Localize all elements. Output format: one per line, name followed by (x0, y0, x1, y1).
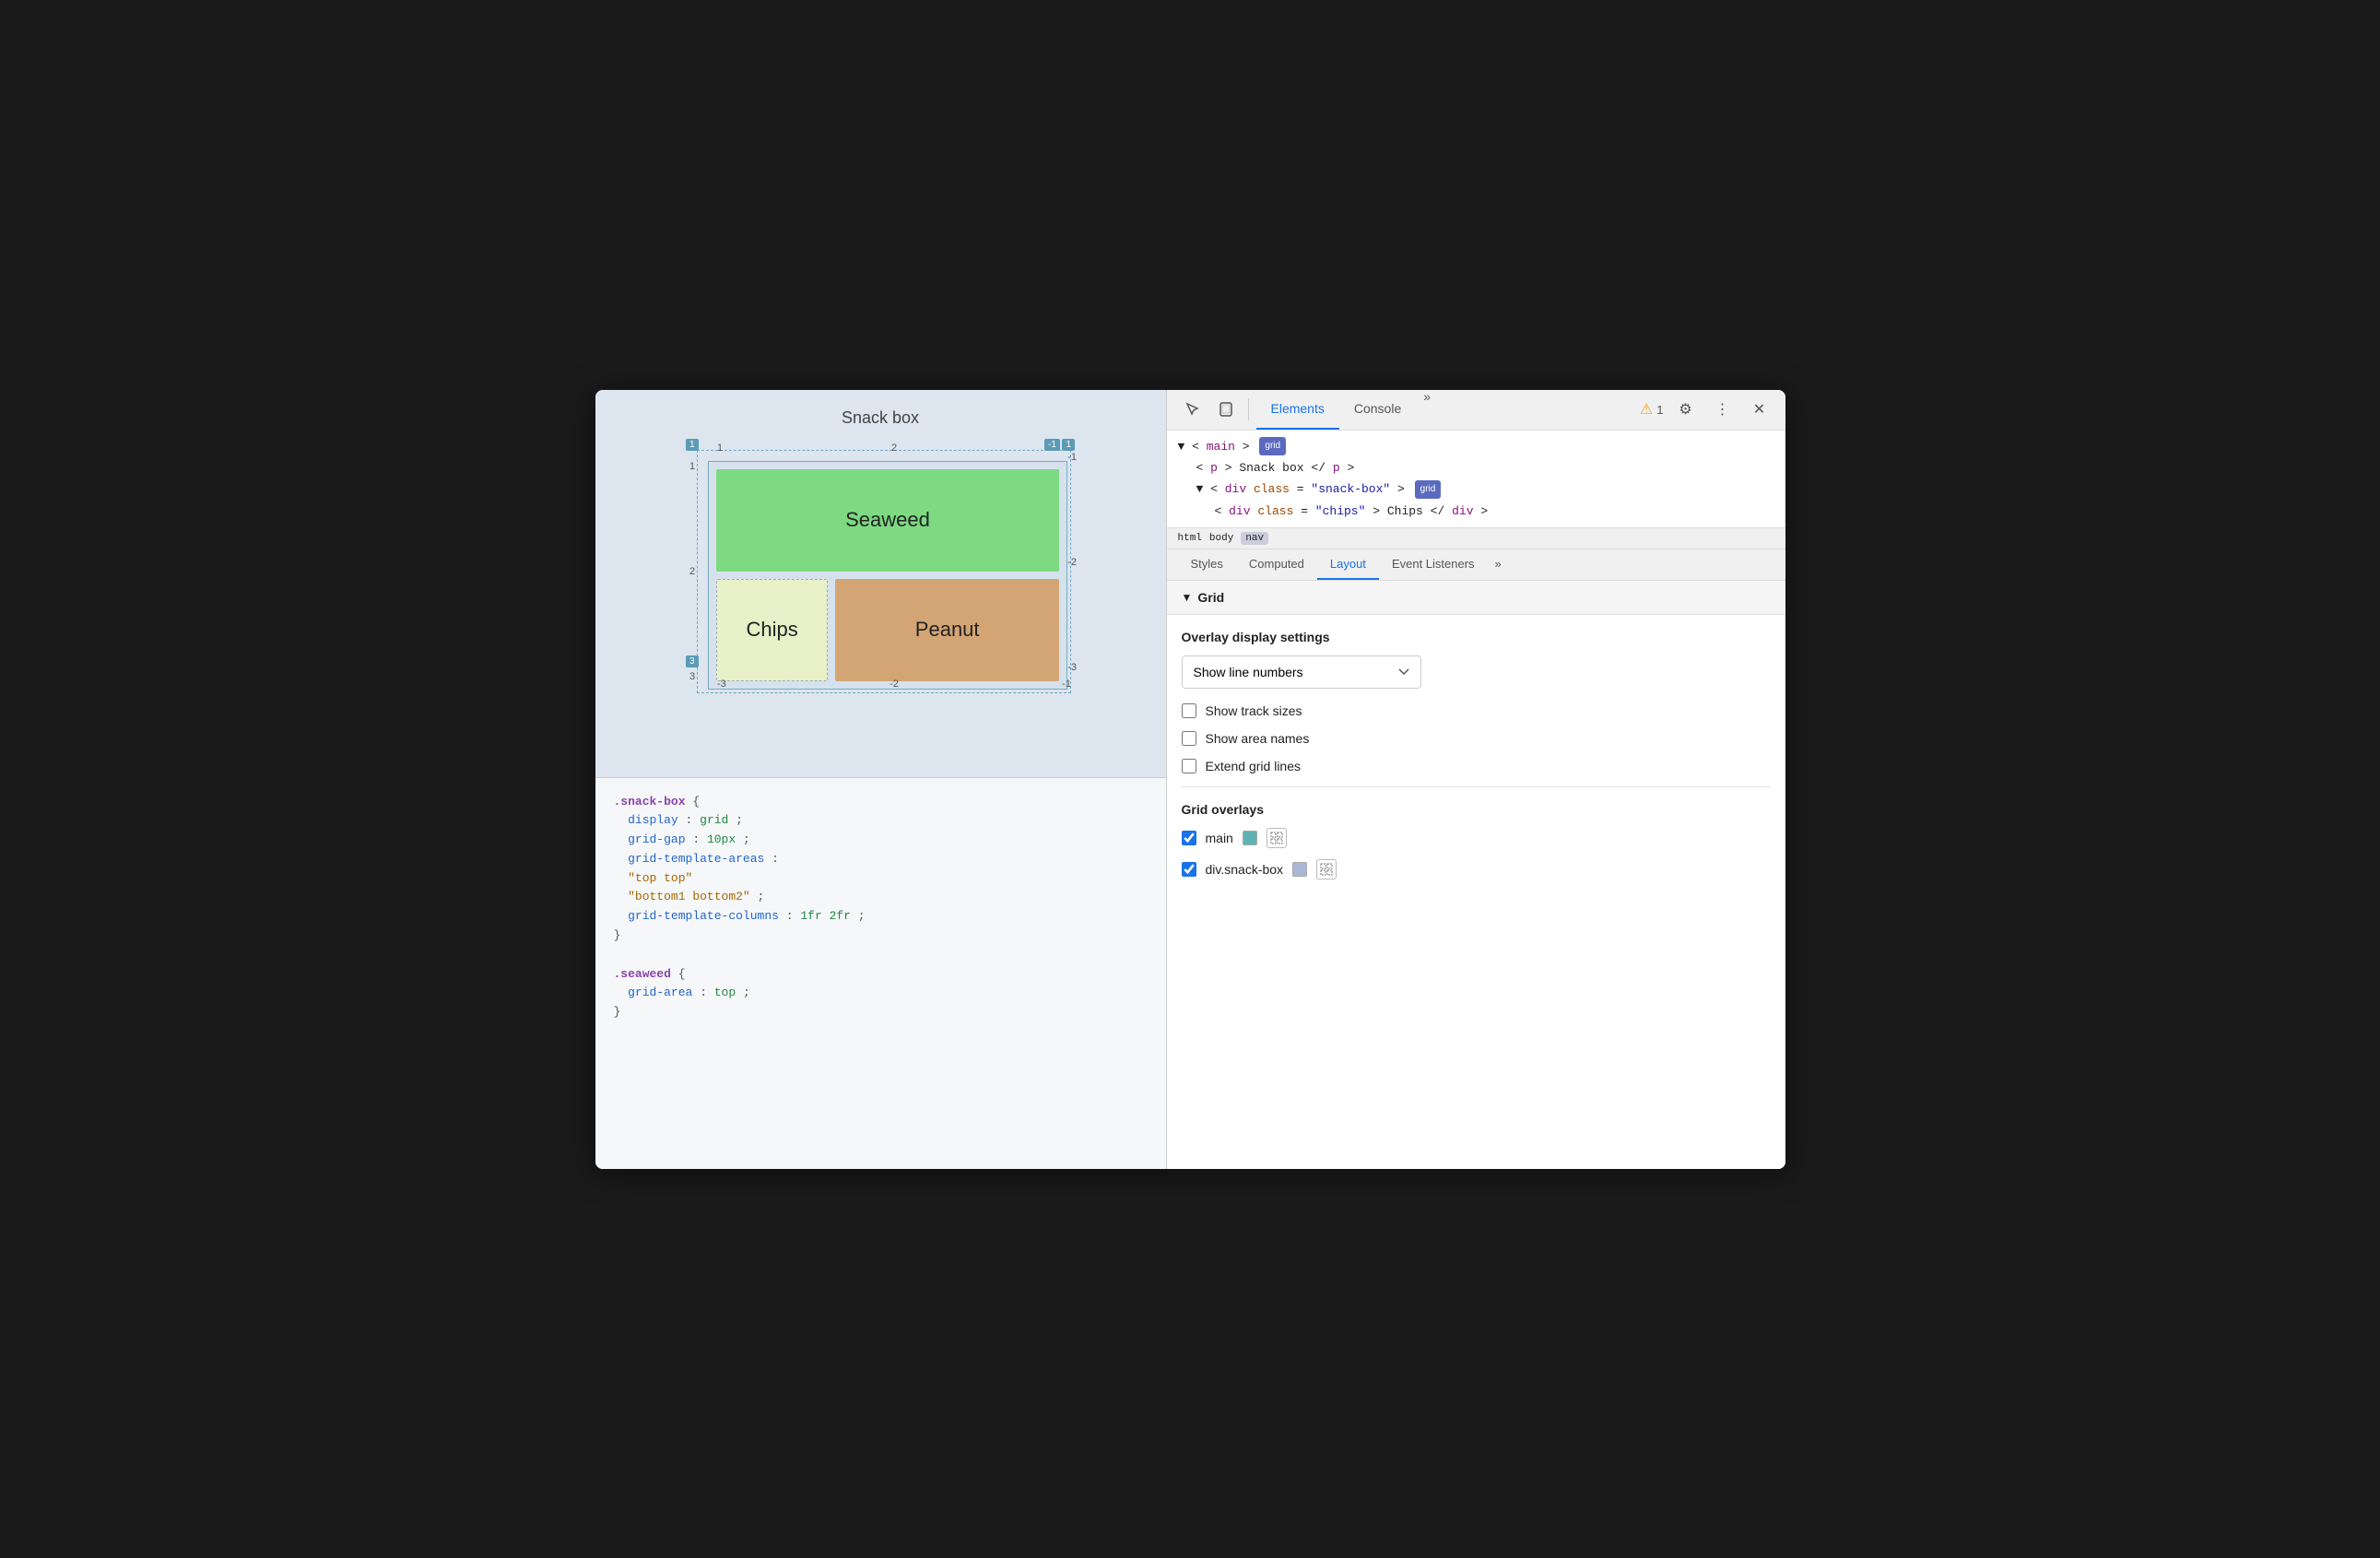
code-line-10: grid-area : top ; (614, 984, 1148, 1003)
checkbox-extend-lines-input[interactable] (1182, 759, 1196, 773)
dropdown-row: Show line numbers Show track sizes Show … (1182, 655, 1771, 689)
grid-wrapper: Seaweed Chips Peanut (708, 461, 1067, 690)
checkbox-area-names-input[interactable] (1182, 731, 1196, 746)
grid-overlays-title: Grid overlays (1182, 802, 1771, 817)
overlay-icon-main[interactable] (1267, 828, 1287, 848)
overlay-color-snackbox[interactable] (1292, 862, 1307, 877)
section-divider (1182, 786, 1771, 787)
code-line-11: } (614, 1003, 1148, 1022)
grid-numbers-left: 1 2 3 (689, 461, 695, 682)
overlay-row-main: main (1182, 828, 1771, 848)
dom-line-main[interactable]: ▼ < main > grid (1178, 436, 1774, 457)
line-numbers-dropdown[interactable]: Show line numbers Show track sizes Show … (1182, 655, 1421, 689)
dom-line-snackbox[interactable]: ▼ < div class = "snack-box" > grid (1178, 478, 1774, 500)
code-area: .snack-box { display : grid ; grid-gap :… (595, 777, 1166, 1169)
corner-badge-tr: -1 (1044, 439, 1060, 451)
dom-line-chips[interactable]: < div class = "chips" > Chips </ div > (1178, 501, 1774, 522)
warning-count: 1 (1656, 403, 1663, 417)
code-line-2: display : grid ; (614, 811, 1148, 831)
checkbox-show-area-names: Show area names (1182, 731, 1771, 746)
more-options-btn[interactable]: ⋮ (1708, 395, 1738, 424)
snack-box-label: Snack box (614, 408, 1148, 428)
section-content: Overlay display settings Show line numbe… (1167, 615, 1785, 905)
warning-badge: ⚠ 1 (1640, 400, 1664, 419)
code-line-5: "top top" (614, 869, 1148, 889)
code-line-8: } (614, 927, 1148, 946)
grid-numbers-right: -1 -2 -3 (1067, 452, 1077, 673)
left-panel: Snack box 1 -1 1 3 1 2 3 (595, 390, 1167, 1169)
overlay-label-main: main (1206, 831, 1233, 845)
toolbar-tabs: Elements Console » (1256, 390, 1636, 431)
cell-chips: Chips (716, 579, 828, 681)
checkbox-extend-grid-lines: Extend grid lines (1182, 759, 1771, 773)
badge-grid-snackbox: grid (1415, 480, 1442, 499)
tab-elements[interactable]: Elements (1256, 390, 1339, 431)
tab-computed[interactable]: Computed (1236, 549, 1317, 580)
overlay-row-snackbox: div.snack-box (1182, 859, 1771, 879)
checkbox-extend-lines-label: Extend grid lines (1206, 759, 1302, 773)
inspector-icon-btn[interactable] (1178, 395, 1208, 424)
checkbox-track-sizes-label: Show track sizes (1206, 703, 1302, 718)
code-line-1: .snack-box { (614, 793, 1148, 812)
code-line-9: .seaweed { (614, 965, 1148, 985)
dom-panel: ▼ < main > grid < p > Snack box </ p > ▼… (1167, 431, 1785, 529)
overlay-settings-title: Overlay display settings (1182, 630, 1771, 644)
close-btn[interactable]: ✕ (1745, 395, 1774, 424)
tab-console[interactable]: Console (1339, 390, 1416, 431)
cell-peanut: Peanut (835, 579, 1059, 681)
bc-body[interactable]: body (1209, 533, 1233, 544)
grid-numbers-bottom: -3 -2 -1 (717, 679, 1071, 690)
toolbar-divider (1248, 398, 1249, 420)
tab-event-listeners[interactable]: Event Listeners (1379, 549, 1488, 580)
code-line-7: grid-template-columns : 1fr 2fr ; (614, 907, 1148, 927)
grid-arrow-icon: ▼ (1182, 591, 1193, 604)
overlay-checkbox-main[interactable] (1182, 831, 1196, 845)
bc-nav[interactable]: nav (1241, 532, 1268, 545)
badge-grid-main: grid (1259, 437, 1286, 455)
toolbar-right: ⚠ 1 ⚙ ⋮ ✕ (1640, 395, 1774, 424)
overlay-checkbox-snackbox[interactable] (1182, 862, 1196, 877)
checkbox-area-names-label: Show area names (1206, 731, 1310, 746)
preview-area: Snack box 1 -1 1 3 1 2 3 (595, 390, 1166, 777)
warning-icon: ⚠ (1640, 400, 1653, 419)
panel-tab-more[interactable]: » (1488, 549, 1509, 580)
grid-visual-container: 1 -1 1 3 1 2 3 1 2 3 (682, 435, 1078, 693)
grid-inner: Seaweed Chips Peanut (709, 462, 1066, 689)
tab-styles[interactable]: Styles (1178, 549, 1236, 580)
dom-breadcrumb: html body nav (1167, 528, 1785, 549)
right-panel: Elements Console » ⚠ 1 ⚙ ⋮ ✕ ▼ (1167, 390, 1785, 1169)
code-line-3: grid-gap : 10px ; (614, 831, 1148, 850)
devtools-toolbar: Elements Console » ⚠ 1 ⚙ ⋮ ✕ (1167, 390, 1785, 431)
overlay-label-snackbox: div.snack-box (1206, 862, 1284, 877)
corner-badge-tr2: 1 (1062, 439, 1075, 451)
panel-tabs: Styles Computed Layout Event Listeners » (1167, 549, 1785, 581)
grid-section-title: Grid (1197, 590, 1224, 605)
grid-numbers-top: 1 2 3 (717, 443, 1071, 454)
code-line-4: grid-template-areas : (614, 850, 1148, 869)
dom-line-p[interactable]: < p > Snack box </ p > (1178, 457, 1774, 478)
corner-badge-tl: 1 (686, 439, 699, 451)
layout-panel: ▼ Grid Overlay display settings Show lin… (1167, 581, 1785, 1168)
checkbox-show-track-sizes: Show track sizes (1182, 703, 1771, 718)
overlay-icon-snackbox[interactable] (1316, 859, 1337, 879)
tab-layout[interactable]: Layout (1317, 549, 1379, 580)
bc-html[interactable]: html (1178, 533, 1202, 544)
corner-badge-bl: 3 (686, 655, 699, 667)
device-icon-btn[interactable] (1211, 395, 1241, 424)
overlay-color-main[interactable] (1243, 831, 1257, 845)
checkbox-track-sizes-input[interactable] (1182, 703, 1196, 718)
section-header-grid[interactable]: ▼ Grid (1167, 581, 1785, 615)
toolbar-more[interactable]: » (1416, 390, 1438, 431)
cell-seaweed: Seaweed (716, 469, 1059, 572)
code-line-6: "bottom1 bottom2" ; (614, 888, 1148, 907)
settings-btn[interactable]: ⚙ (1671, 395, 1701, 424)
